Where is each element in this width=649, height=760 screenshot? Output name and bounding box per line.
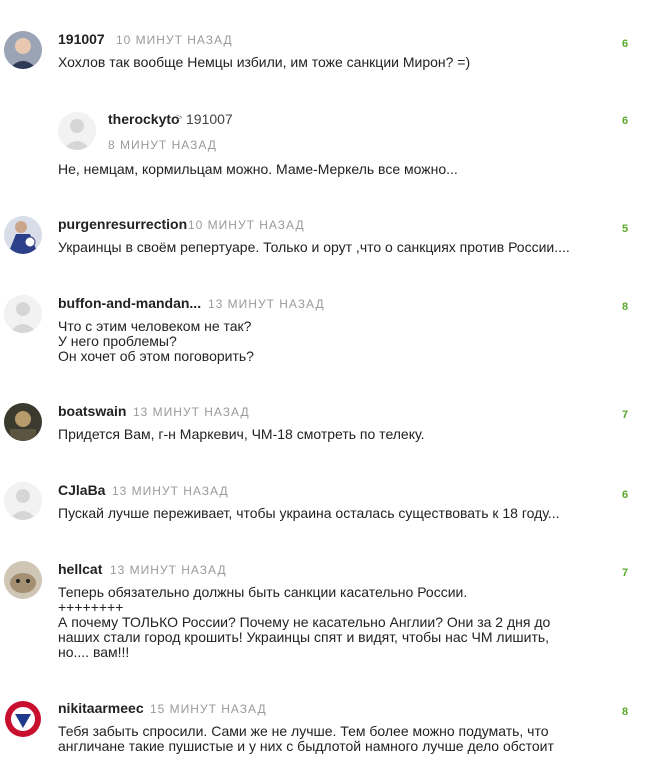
comment-text: Не, немцам, кормильцам можно. Маме-Мерке… [58,161,458,177]
comment-timestamp: 10 МИНУТ НАЗАД [188,218,305,232]
user-avatar[interactable] [4,482,42,520]
comment-text: Хохлов так вообще Немцы избили, им тоже … [58,54,471,70]
comment-rating: 8 [622,301,629,313]
comment-timestamp: 13 МИНУТ НАЗАД [208,297,325,311]
user-avatar[interactable] [4,403,42,441]
comment-rating: 6 [622,115,629,127]
user-avatar[interactable] [4,295,42,333]
comment-author[interactable]: nikitaarmeec [58,700,144,716]
comment-rating: 5 [622,223,629,235]
comment-author[interactable]: buffon-and-mandan... [58,295,201,311]
user-avatar[interactable] [4,561,42,599]
comment-rating: 7 [622,409,629,421]
user-avatar[interactable] [4,31,42,69]
comment-text: Что с этим человеком не так? У него проб… [58,318,254,364]
user-avatar[interactable] [4,700,42,738]
reply-arrow: > [176,112,183,124]
comment-author[interactable]: therockyto [108,111,180,127]
comment-text: Придется Вам, г-н Маркевич, ЧМ-18 смотре… [58,426,425,442]
comment-timestamp: 8 МИНУТ НАЗАД [108,138,217,152]
comment-rating: 6 [622,38,629,50]
comment-text: Украинцы в своём репертуаре. Только и ор… [58,239,570,255]
comment-text: Теперь обязательно должны быть санкции к… [58,584,551,660]
user-avatar[interactable] [58,112,96,150]
user-avatar[interactable] [4,216,42,254]
comment-rating: 6 [622,489,629,501]
comment-timestamp: 10 МИНУТ НАЗАД [116,33,233,47]
comment-author[interactable]: boatswain [58,403,126,419]
comment-author[interactable]: purgenresurrection [58,216,187,232]
comment-author[interactable]: 191007 [58,31,105,47]
comment-timestamp: 15 МИНУТ НАЗАД [150,702,267,716]
comment-text: Тебя забыть спросили. Сами же не лучше. … [58,723,554,754]
comment-timestamp: 13 МИНУТ НАЗАД [133,405,250,419]
reply-to-user[interactable]: 191007 [186,111,233,127]
comment-author[interactable]: hellcat [58,561,102,577]
comment-text: Пускай лучше переживает, чтобы украина о… [58,505,560,521]
comment-rating: 8 [622,706,629,718]
comment-rating: 7 [622,567,629,579]
comment-author[interactable]: CJlaBa [58,482,105,498]
comment-timestamp: 13 МИНУТ НАЗАД [110,563,227,577]
comment-timestamp: 13 МИНУТ НАЗАД [112,484,229,498]
